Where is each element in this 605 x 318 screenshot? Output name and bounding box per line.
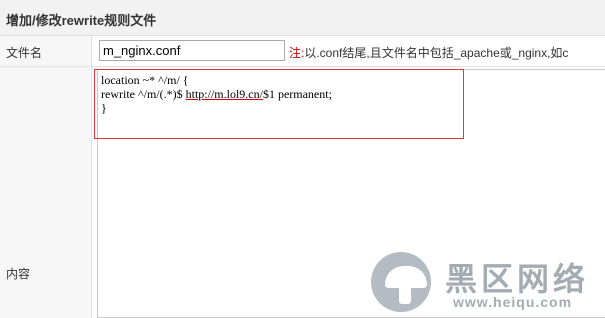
filename-label-cell: 文件名	[0, 36, 92, 66]
mushroom-logo-icon	[371, 252, 431, 312]
watermark-url: www.heiqu.com	[453, 294, 573, 310]
highlight-box	[94, 69, 464, 139]
filename-label: 文件名	[6, 46, 43, 60]
hint-prefix: 注:	[289, 46, 305, 60]
content-label: 内容	[6, 267, 31, 281]
hint-text: 以.conf结尾,且文件名中包括_apache或_nginx,如c	[304, 46, 569, 60]
filename-hint: 注:以.conf结尾,且文件名中包括_apache或_nginx,如c	[289, 44, 568, 61]
watermark: 黑区网络 www.heiqu.com	[365, 248, 605, 318]
mushroom-stem	[399, 284, 411, 304]
filename-input[interactable]	[99, 40, 285, 61]
filename-row: 文件名 注:以.conf结尾,且文件名中包括_apache或_nginx,如c	[0, 36, 605, 67]
form-title: 增加/修改rewrite规则文件	[6, 13, 157, 28]
content-label-cell: 内容	[0, 67, 92, 318]
form-header: 增加/修改rewrite规则文件	[0, 0, 605, 36]
